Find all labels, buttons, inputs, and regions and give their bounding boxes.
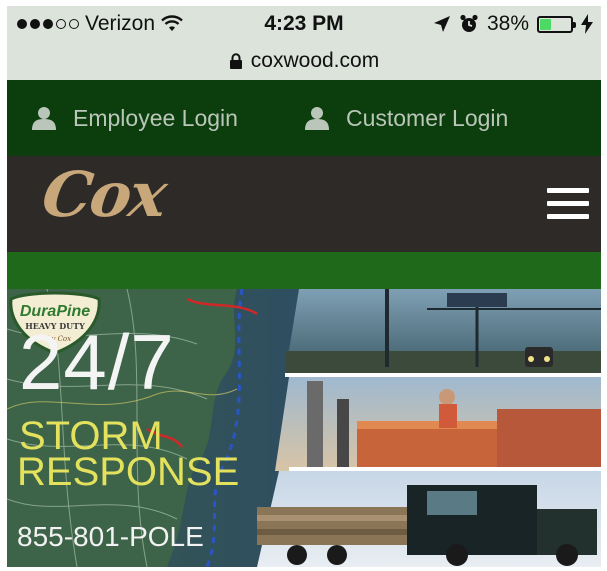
status-right: 38%: [433, 12, 593, 36]
customer-login-link[interactable]: Customer Login: [304, 105, 508, 132]
wifi-icon: [161, 15, 183, 31]
signal-strength-icon: [17, 19, 79, 29]
customer-login-label: Customer Login: [345, 104, 509, 131]
cox-logo[interactable]: Cox: [38, 158, 170, 231]
battery-percent: 38%: [486, 12, 529, 35]
employee-login-label: Employee Login: [73, 104, 238, 131]
url-domain: coxwood.com: [250, 49, 380, 72]
address-bar[interactable]: coxwood.com: [7, 42, 601, 80]
user-icon: [304, 107, 329, 130]
login-bar: Employee Login Customer Login: [7, 80, 601, 156]
banner-line-response: RESPONSE: [17, 450, 240, 494]
green-divider-strip: [7, 252, 601, 289]
battery-icon: [537, 15, 576, 33]
carrier-name: Verizon: [85, 12, 156, 35]
carrier-signal: Verizon: [17, 12, 183, 36]
location-arrow-icon: [433, 16, 450, 32]
storm-response-banner[interactable]: DuraPine HEAVY DUTY by Cox 24/7 STORM RE…: [7, 289, 601, 567]
employee-login-link[interactable]: Employee Login: [31, 105, 238, 132]
hamburger-menu-icon[interactable]: [547, 186, 589, 222]
battery-level-fill: [540, 18, 552, 30]
user-icon: [32, 107, 56, 130]
status-bar: Verizon 4:23 PM 38%: [7, 6, 601, 42]
charging-bolt-icon: [581, 14, 593, 34]
lock-icon: [229, 52, 242, 69]
banner-headline: 24/7: [19, 318, 175, 406]
alarm-clock-icon: [460, 14, 478, 32]
browser-frame: Verizon 4:23 PM 38% coxwood.com Employee…: [7, 6, 601, 567]
site-header: Cox: [7, 156, 601, 252]
banner-phone[interactable]: 855-801-POLE: [17, 521, 204, 553]
